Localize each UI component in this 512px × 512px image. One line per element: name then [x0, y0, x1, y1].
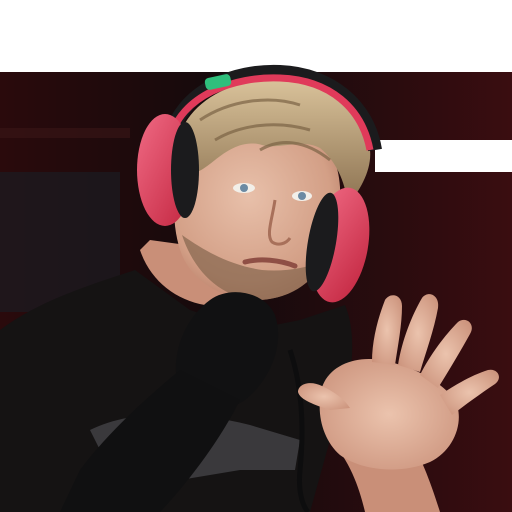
right-iris: [298, 192, 306, 200]
photo-illustration: [0, 64, 512, 512]
left-ear-cup-pad: [171, 122, 199, 218]
backdrop-light-strip: [0, 128, 130, 138]
left-iris: [240, 184, 248, 192]
photo-stage: [0, 0, 512, 512]
